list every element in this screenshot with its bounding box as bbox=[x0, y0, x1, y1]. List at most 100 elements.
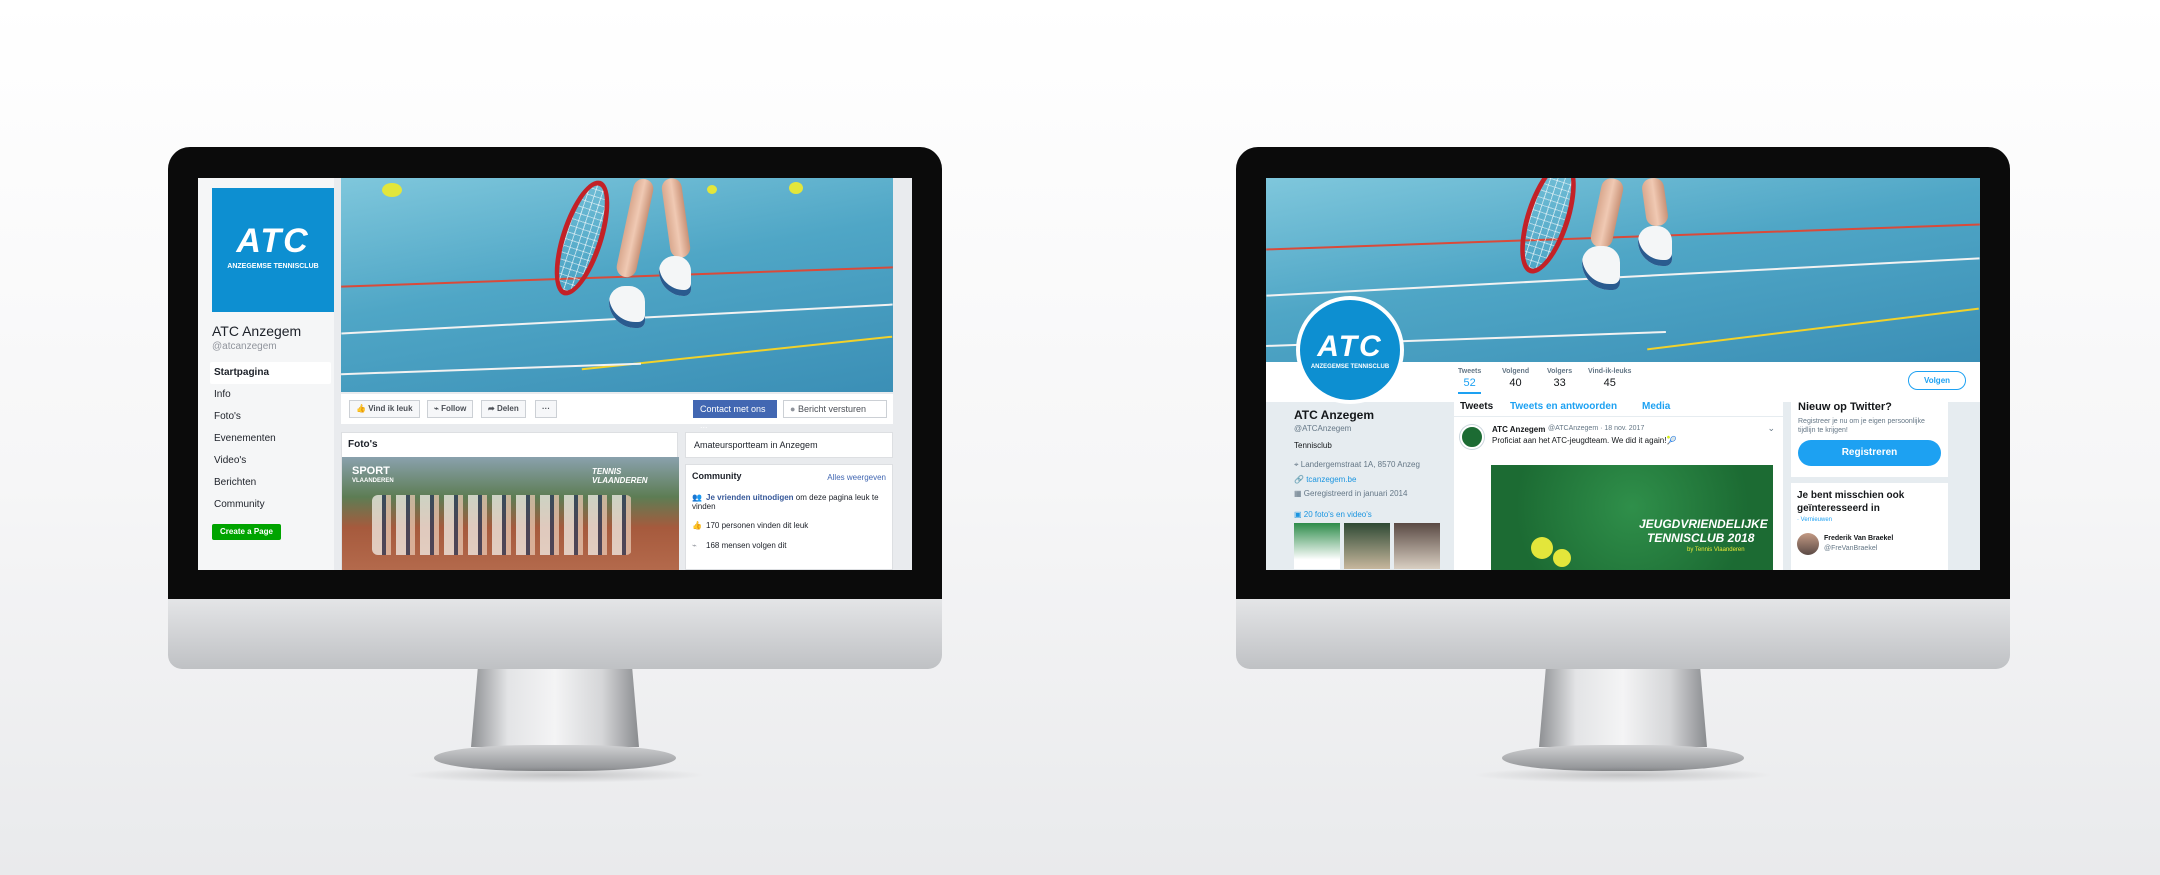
profile-location: ⌖ Landergemstraat 1A, 8570 Anzeg bbox=[1294, 460, 1464, 470]
profile-name[interactable]: ATC Anzegem bbox=[1294, 408, 1464, 422]
share-label: Delen bbox=[496, 404, 519, 413]
photos-title[interactable]: Foto's bbox=[342, 433, 677, 456]
tweet-avatar[interactable] bbox=[1460, 425, 1484, 449]
tab-media[interactable]: Media bbox=[1642, 401, 1670, 412]
calendar-icon: ▦ bbox=[1294, 489, 1302, 498]
stat-label: Tweets bbox=[1458, 368, 1482, 375]
promo-line3: by Tennis Vlaanderen bbox=[1687, 547, 1745, 553]
register-button[interactable]: Registreren bbox=[1798, 440, 1941, 466]
monitor-chin bbox=[168, 599, 942, 669]
follow-button[interactable]: ⌁ Follow bbox=[427, 400, 474, 418]
promo-line1: JEUGDVRIENDELIJKE bbox=[1639, 517, 1768, 531]
stat-likes[interactable]: Vind-ik-leuks 45 bbox=[1588, 368, 1631, 389]
send-message-label: Bericht versturen bbox=[797, 404, 866, 414]
photo-overlay-vlaanderen: VLAANDEREN bbox=[352, 478, 394, 484]
profile-joined: ▦ Geregistreerd in januari 2014 bbox=[1294, 489, 1464, 498]
media-thumbnail[interactable] bbox=[1294, 523, 1340, 569]
nav-item-posts[interactable]: Berichten bbox=[210, 472, 331, 494]
page-name[interactable]: ATC Anzegem bbox=[212, 323, 301, 339]
player-leg bbox=[1588, 178, 1626, 250]
create-page-button[interactable]: Create a Page bbox=[212, 524, 281, 540]
tweet-image[interactable]: JEUGDVRIENDELIJKE TENNISCLUB 2018 by Ten… bbox=[1491, 465, 1773, 570]
new-to-twitter-text: Registreer je nu om je eigen persoonlijk… bbox=[1798, 418, 1925, 434]
suggest-handle: @FreVanBraekel bbox=[1824, 545, 1878, 552]
tennis-ball bbox=[382, 183, 402, 197]
people-icon: 👥 bbox=[692, 493, 702, 502]
media-thumbnails bbox=[1294, 523, 1464, 569]
community-see-all-link[interactable]: Alles weergeven bbox=[827, 473, 886, 482]
atc-logo: ATC bbox=[236, 222, 310, 260]
share-button[interactable]: ➦ Delen bbox=[481, 400, 526, 418]
like-button[interactable]: 👍 Vind ik leuk bbox=[349, 400, 420, 418]
joined-text: Geregistreerd in januari 2014 bbox=[1303, 489, 1408, 498]
twitter-profile-logo[interactable]: ATC ANZEGEMSE TENNISCLUB bbox=[1296, 296, 1404, 404]
tennis-racket bbox=[1508, 178, 1588, 280]
tab-tweets-replies[interactable]: Tweets en antwoorden bbox=[1510, 401, 1617, 412]
contact-button[interactable]: Contact met ons ... bbox=[693, 400, 777, 430]
page-handle: @atcanzegem bbox=[212, 341, 277, 352]
tennis-ball bbox=[1553, 549, 1571, 567]
likes-row: 👍 170 personen vinden dit leuk bbox=[692, 521, 882, 530]
invite-friends-link[interactable]: Je vrienden uitnodigen bbox=[706, 493, 794, 502]
atc-logo: ATC bbox=[1317, 330, 1383, 363]
team-photo[interactable]: SPORT VLAANDEREN TENNIS VLAANDEREN bbox=[342, 457, 679, 570]
stat-followers[interactable]: Volgers 33 bbox=[1547, 368, 1572, 389]
rss-icon: ⌁ bbox=[434, 404, 439, 413]
facebook-profile-logo[interactable]: ATC ANZEGEMSE TENNISCLUB bbox=[212, 188, 334, 312]
nav-item-community[interactable]: Community bbox=[210, 494, 331, 516]
send-message-button[interactable]: ● Bericht versturen bbox=[783, 400, 887, 418]
monitor-stand bbox=[471, 669, 639, 747]
imac-twitter: Tweets 52 Volgend 40 Volgers 33 Vind-ik-leu… bbox=[1236, 147, 2010, 785]
likes-count: 170 personen vinden dit leuk bbox=[706, 521, 809, 530]
community-card: Community Alles weergeven 👥 Je vrienden u… bbox=[685, 464, 893, 570]
twitter-screen: Tweets 52 Volgend 40 Volgers 33 Vind-ik-leu… bbox=[1266, 178, 1980, 570]
player-shoe bbox=[1638, 226, 1672, 266]
tennis-racket bbox=[543, 178, 621, 302]
media-thumbnail[interactable] bbox=[1394, 523, 1440, 569]
facebook-sidebar: ATC ANZEGEMSE TENNISCLUB ATC Anzegem @at… bbox=[198, 178, 334, 570]
profile-media-link[interactable]: ▣ 20 foto's en video's bbox=[1294, 510, 1464, 519]
tweet-text: Proficiat aan het ATC-jeugdteam. We did … bbox=[1492, 436, 1677, 445]
photos-card: Foto's SPORT VLAANDEREN TENNIS VLAANDERE… bbox=[341, 432, 679, 570]
media-thumbnail[interactable] bbox=[1344, 523, 1390, 569]
photo-overlay-sport: SPORT bbox=[352, 465, 390, 477]
player-leg bbox=[614, 178, 656, 279]
website-link[interactable]: tcanzegem.be bbox=[1306, 475, 1356, 484]
atc-logo-subtitle: ANZEGEMSE TENNISCLUB bbox=[1310, 364, 1390, 370]
share-icon: ➦ bbox=[488, 404, 495, 413]
stat-following[interactable]: Volgend 40 bbox=[1502, 368, 1529, 389]
nav-item-photos[interactable]: Foto's bbox=[210, 406, 331, 428]
location-icon: ⌖ bbox=[1294, 460, 1299, 469]
suggest-avatar[interactable] bbox=[1797, 533, 1819, 555]
thumbs-up-icon: 👍 bbox=[356, 404, 366, 413]
nav-item-startpagina[interactable]: Startpagina bbox=[210, 362, 331, 384]
new-to-twitter-title: Nieuw op Twitter? bbox=[1798, 401, 1892, 413]
follow-button[interactable]: Volgen bbox=[1908, 371, 1966, 390]
court-line bbox=[341, 362, 641, 376]
player-shoe bbox=[1582, 246, 1620, 290]
refresh-link[interactable]: · Vernieuwen bbox=[1797, 517, 1832, 523]
stat-tweets[interactable]: Tweets 52 bbox=[1458, 368, 1482, 394]
media-link-text: 20 foto's en video's bbox=[1303, 510, 1372, 519]
player-shoe bbox=[609, 286, 645, 328]
tennis-ball bbox=[1531, 537, 1553, 559]
timeline-tabs: Tweets Tweets en antwoorden Media bbox=[1454, 395, 1783, 417]
stat-value: 52 bbox=[1463, 377, 1476, 389]
who-to-follow-card: Je bent misschien ook geïnteresseerd in … bbox=[1791, 483, 1948, 570]
nav-item-videos[interactable]: Video's bbox=[210, 450, 331, 472]
nav-item-events[interactable]: Evenementen bbox=[210, 428, 331, 450]
follow-label: Follow bbox=[441, 404, 467, 413]
promo-line2: TENNISCLUB 2018 bbox=[1647, 531, 1755, 545]
twitter-sidebar: Nieuw op Twitter? Registreer je nu om je… bbox=[1791, 395, 1948, 477]
nav-item-info[interactable]: Info bbox=[210, 384, 331, 406]
player-shoe bbox=[659, 256, 691, 296]
facebook-screen: ATC ANZEGEMSE TENNISCLUB ATC Anzegem @at… bbox=[198, 178, 912, 570]
messenger-icon: ● bbox=[790, 404, 796, 414]
more-button[interactable]: ··· bbox=[535, 400, 557, 418]
facebook-action-bar: 👍 Vind ik leuk ⌁ Follow ➦ Delen ··· Cont… bbox=[341, 394, 893, 430]
tab-tweets[interactable]: Tweets bbox=[1460, 401, 1493, 412]
court-line bbox=[1266, 223, 1980, 251]
tweet-author[interactable]: ATC Anzegem bbox=[1492, 425, 1545, 434]
suggest-name[interactable]: Frederik Van Braekel bbox=[1824, 535, 1893, 542]
chevron-down-icon[interactable]: ⌄ bbox=[1767, 423, 1775, 434]
